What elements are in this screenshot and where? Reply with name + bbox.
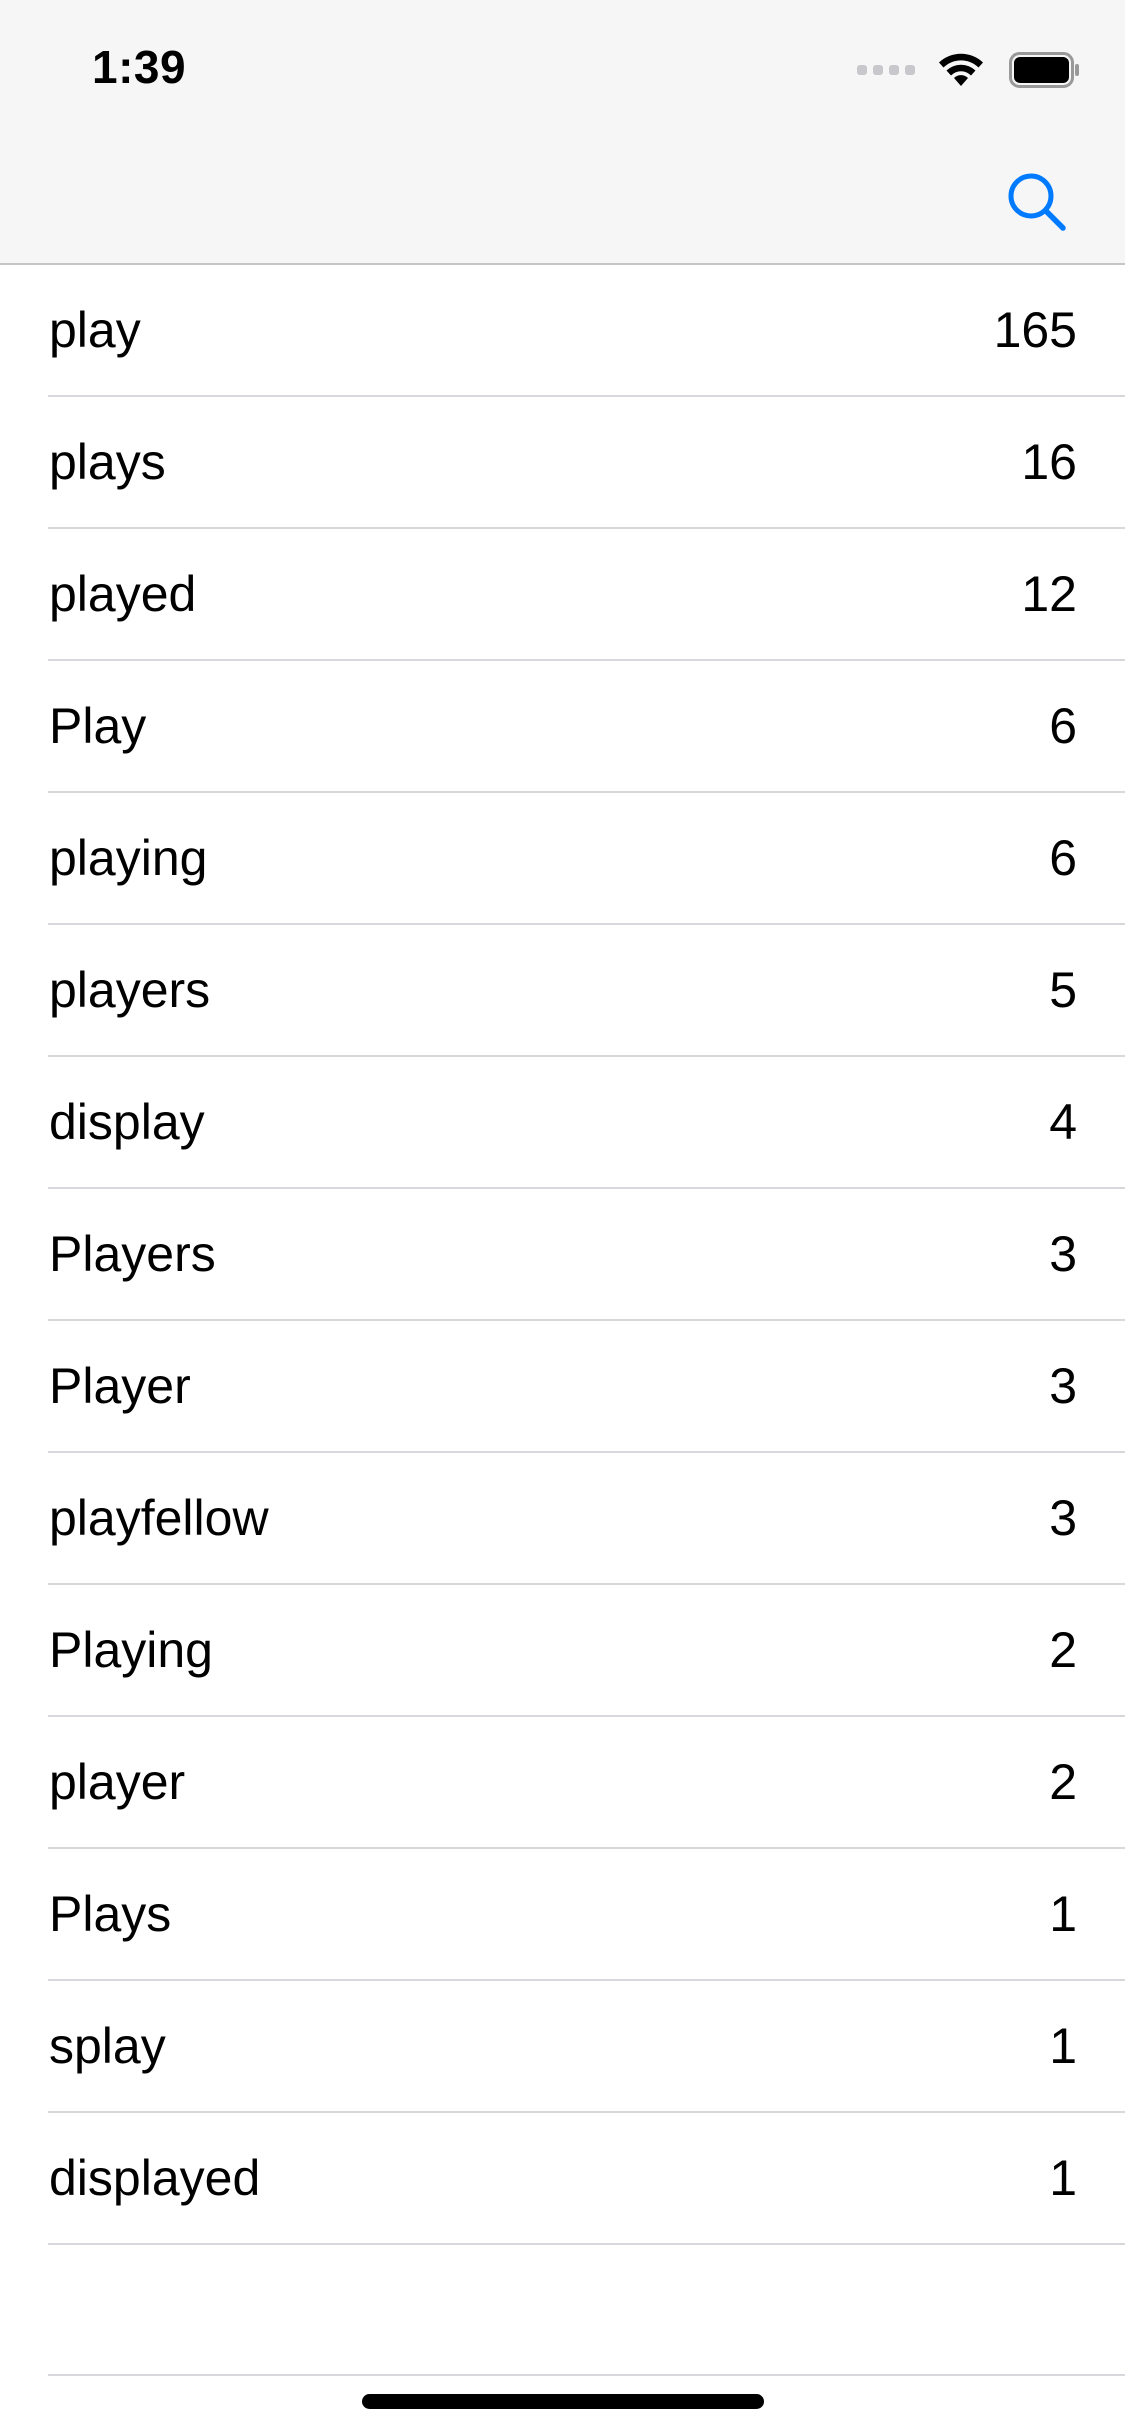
row-count-value: 5 [1049, 962, 1077, 1018]
status-bar: 1:39 [0, 0, 1125, 140]
list-row[interactable]: played 12 [0, 529, 1125, 661]
list-row[interactable]: Play 6 [0, 661, 1125, 793]
row-word-label: play [49, 302, 141, 358]
list-row[interactable]: play 165 [0, 265, 1125, 397]
wifi-icon [939, 53, 983, 86]
row-word-label: Playing [49, 1622, 213, 1678]
status-indicators [857, 48, 1081, 92]
home-indicator[interactable] [362, 2394, 764, 2409]
row-count-value: 1 [1049, 2018, 1077, 2074]
search-button[interactable] [997, 162, 1077, 242]
row-count-value: 6 [1049, 698, 1077, 754]
top-bar: 1:39 [0, 0, 1125, 265]
row-word-label: playfellow [49, 1490, 269, 1546]
cellular-signal-icon [857, 65, 915, 75]
row-count-value: 165 [993, 302, 1077, 358]
row-count-value: 4 [1049, 1094, 1077, 1150]
row-count-value: 2 [1049, 1622, 1077, 1678]
navigation-bar [0, 140, 1125, 265]
list-row[interactable]: player 2 [0, 1717, 1125, 1849]
row-word-label: displayed [49, 2150, 261, 2206]
row-word-label: Play [49, 698, 147, 754]
list-row[interactable]: Plays 1 [0, 1849, 1125, 1981]
list-row[interactable]: splay 1 [0, 1981, 1125, 2113]
list-row[interactable]: displayed 1 [0, 2113, 1125, 2245]
row-count-value: 1 [1049, 1886, 1077, 1942]
row-word-label: Player [49, 1358, 191, 1414]
row-count-value: 16 [1021, 434, 1077, 490]
list-row[interactable]: playfellow 3 [0, 1453, 1125, 1585]
list-row[interactable]: display 4 [0, 1057, 1125, 1189]
word-count-list: play 165 plays 16 played 12 Play 6 playing 6 playe… [0, 265, 1125, 2245]
list-row[interactable]: plays 16 [0, 397, 1125, 529]
row-count-value: 1 [1049, 2150, 1077, 2206]
status-time: 1:39 [92, 41, 187, 93]
row-word-label: players [49, 962, 211, 1018]
list-row[interactable]: Playing 2 [0, 1585, 1125, 1717]
row-count-value: 3 [1049, 1490, 1077, 1546]
app-screen: 1:39 play 165 plays 16 played 12 Play 6 … [0, 0, 1125, 2436]
list-row[interactable]: players 5 [0, 925, 1125, 1057]
row-word-label: playing [49, 830, 208, 886]
bottom-divider [48, 2374, 1125, 2376]
row-word-label: display [49, 1094, 205, 1150]
list-row[interactable]: Player 3 [0, 1321, 1125, 1453]
row-word-label: Plays [49, 1886, 172, 1942]
row-word-label: plays [49, 434, 166, 490]
row-word-label: splay [49, 2018, 166, 2074]
row-word-label: Players [49, 1226, 216, 1282]
battery-icon [1009, 52, 1079, 88]
row-count-value: 12 [1021, 566, 1077, 622]
search-icon [1008, 173, 1066, 231]
row-word-label: played [49, 566, 197, 622]
row-count-value: 6 [1049, 830, 1077, 886]
row-word-label: player [49, 1754, 186, 1810]
row-count-value: 3 [1049, 1226, 1077, 1282]
list-row[interactable]: Players 3 [0, 1189, 1125, 1321]
row-count-value: 2 [1049, 1754, 1077, 1810]
row-count-value: 3 [1049, 1358, 1077, 1414]
list-row[interactable]: playing 6 [0, 793, 1125, 925]
